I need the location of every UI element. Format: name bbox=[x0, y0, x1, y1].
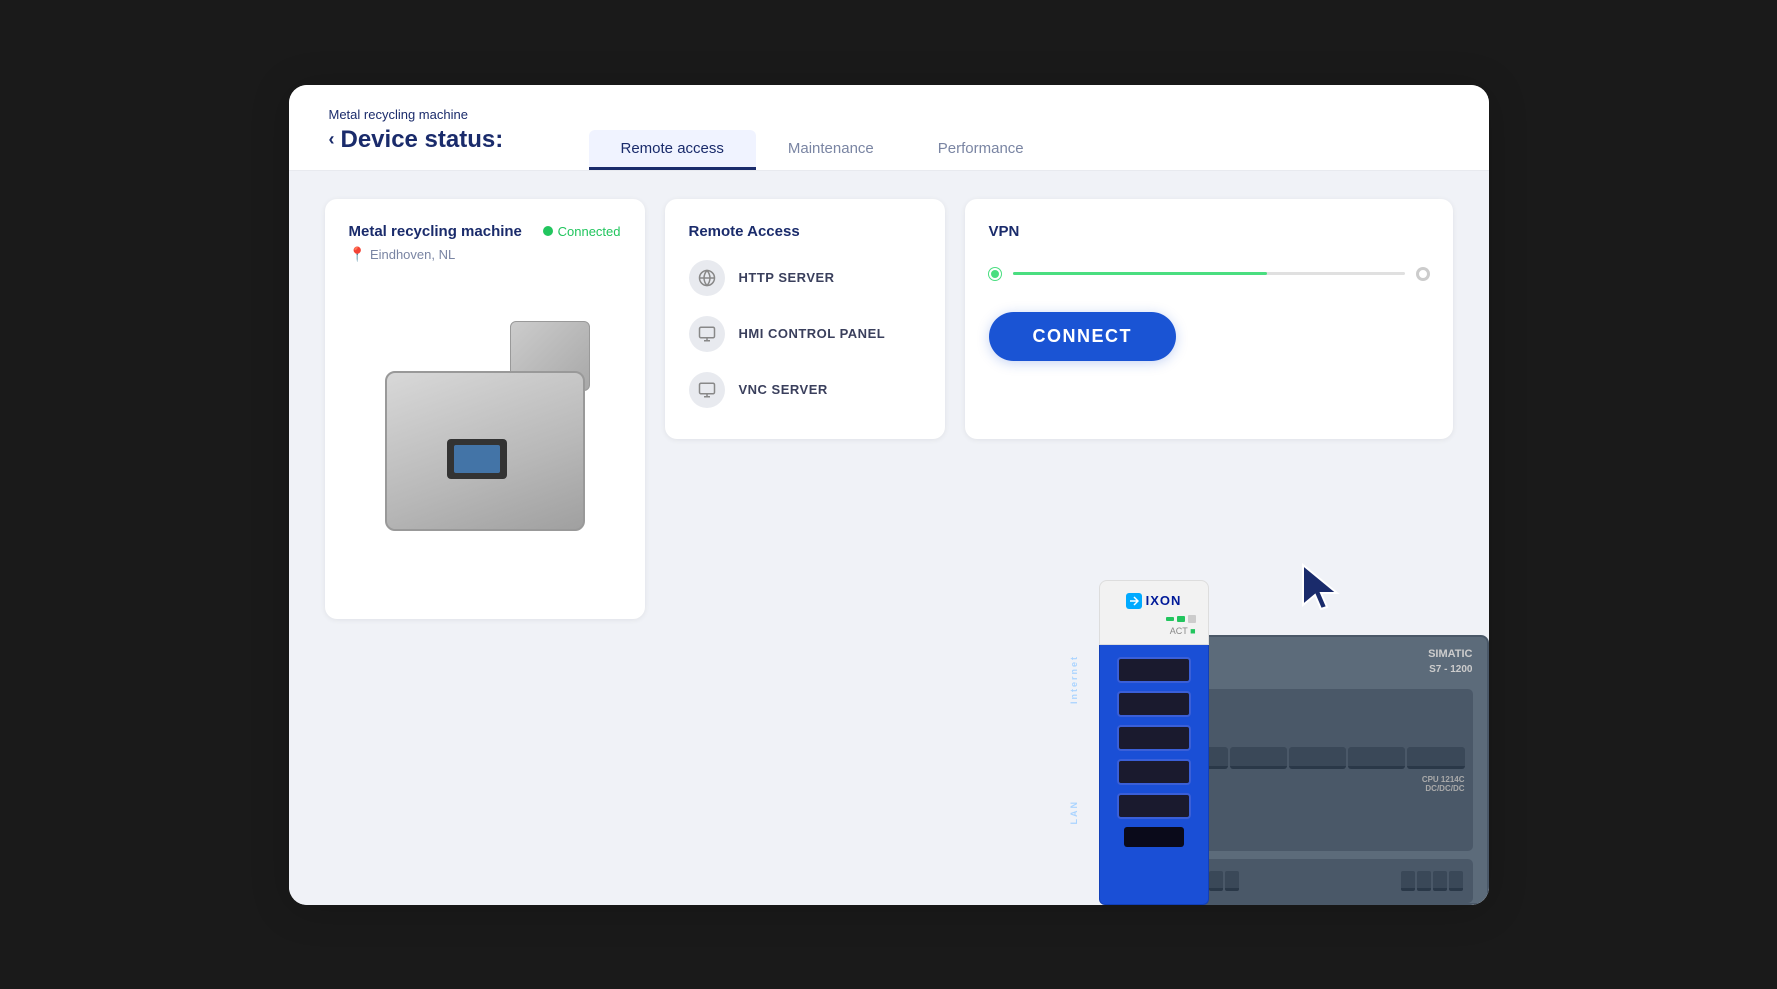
device-card: Metal recycling machine Connected 📍 Eind… bbox=[325, 199, 645, 619]
remote-items-list: HTTP SERVER HMI CONTROL PANEL bbox=[689, 260, 921, 408]
tab-maintenance[interactable]: Maintenance bbox=[756, 130, 906, 170]
http-server-icon bbox=[689, 260, 725, 296]
status-dot bbox=[543, 226, 553, 236]
hmi-panel-icon bbox=[689, 316, 725, 352]
tab-performance[interactable]: Performance bbox=[906, 130, 1056, 170]
machine-body bbox=[385, 371, 585, 531]
vpn-slider-fill bbox=[1013, 272, 1268, 275]
location-text: Eindhoven, NL bbox=[370, 247, 455, 262]
remote-access-title: Remote Access bbox=[689, 223, 921, 240]
body: Metal recycling machine Connected 📍 Eind… bbox=[289, 171, 1489, 905]
device-header: Metal recycling machine Connected bbox=[349, 223, 621, 240]
tab-remote-access[interactable]: Remote access bbox=[589, 130, 756, 170]
device-image-area bbox=[349, 281, 621, 541]
machine-illustration bbox=[360, 321, 610, 541]
hmi-panel-label: HMI CONTROL PANEL bbox=[739, 326, 886, 341]
vpn-slider-track bbox=[1013, 272, 1405, 275]
machine-screen bbox=[454, 445, 500, 473]
vnc-server-label: VNC SERVER bbox=[739, 382, 828, 397]
ixon-device: IXON ACT ■ LAN Internet bbox=[1099, 580, 1209, 905]
vpn-title: VPN bbox=[989, 223, 1429, 240]
remote-item-vnc[interactable]: VNC SERVER bbox=[689, 372, 921, 408]
vpn-slider-left-thumb bbox=[989, 268, 1001, 280]
status-label: Connected bbox=[558, 224, 621, 239]
vnc-server-icon bbox=[689, 372, 725, 408]
vpn-slider[interactable] bbox=[989, 268, 1429, 280]
machine-panel bbox=[447, 439, 507, 479]
device-location: 📍 Eindhoven, NL bbox=[349, 246, 621, 263]
vpn-card: VPN CONNECT bbox=[965, 199, 1453, 439]
remote-access-card: Remote Access HTTP SERVER bbox=[665, 199, 945, 439]
page-title: Device status: bbox=[341, 126, 504, 154]
header: Metal recycling machine ‹ Device status:… bbox=[289, 85, 1489, 171]
http-server-label: HTTP SERVER bbox=[739, 270, 835, 285]
remote-item-hmi[interactable]: HMI CONTROL PANEL bbox=[689, 316, 921, 352]
connect-button[interactable]: CONNECT bbox=[989, 312, 1177, 361]
vpn-slider-right-thumb bbox=[1417, 268, 1429, 280]
main-card: Metal recycling machine ‹ Device status:… bbox=[289, 85, 1489, 905]
status-badge: Connected bbox=[543, 224, 621, 239]
remote-item-http[interactable]: HTTP SERVER bbox=[689, 260, 921, 296]
device-name: Metal recycling machine bbox=[349, 223, 522, 240]
tab-bar: Remote access Maintenance Performance bbox=[589, 130, 1056, 170]
back-button[interactable]: ‹ bbox=[329, 129, 335, 150]
location-icon: 📍 bbox=[349, 246, 366, 263]
breadcrumb: Metal recycling machine bbox=[329, 107, 1449, 122]
